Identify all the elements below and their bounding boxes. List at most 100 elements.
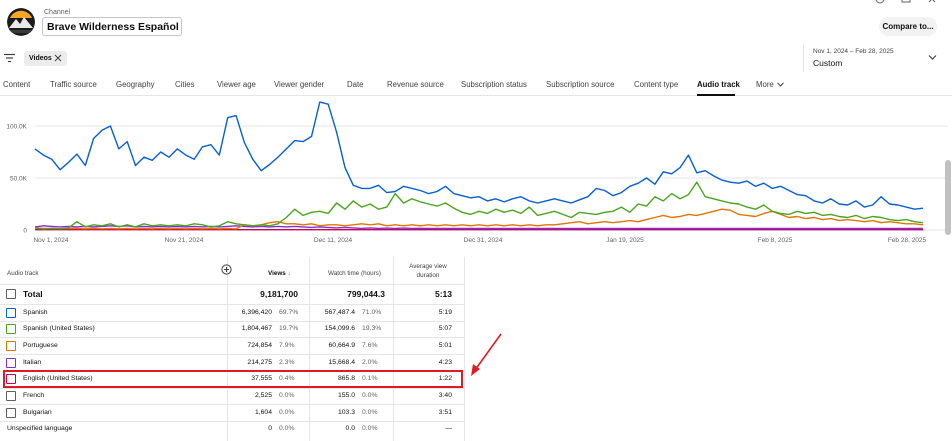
x-tick-label: Nov 21, 2024 bbox=[165, 237, 204, 244]
x-tick-label: Feb 28, 2025 bbox=[888, 237, 927, 244]
row-label: Portuguese bbox=[23, 341, 58, 349]
column-header-avg-duration[interactable]: Average view duration bbox=[400, 262, 456, 280]
channel-picker[interactable]: Brave Wilderness Español bbox=[42, 17, 182, 36]
y-tick-label: 0 bbox=[23, 228, 27, 235]
row-label: Unspecified language bbox=[7, 425, 73, 433]
row-divider bbox=[0, 304, 465, 305]
dimension-tabs: Content Traffic source Geography Cities … bbox=[0, 78, 952, 96]
checkbox-row[interactable] bbox=[6, 307, 16, 318]
total-label: Total bbox=[23, 289, 43, 299]
row-watch-time: 60,664.9 bbox=[328, 341, 355, 349]
channel-name: Brave Wilderness Español bbox=[47, 20, 179, 33]
scrollbar[interactable] bbox=[945, 160, 951, 235]
row-avg-duration: 5:07 bbox=[438, 325, 452, 333]
row-views-pct: 7.9% bbox=[279, 341, 295, 349]
tab-viewer-age[interactable]: Viewer age bbox=[217, 80, 256, 89]
close-icon[interactable] bbox=[927, 0, 937, 4]
x-tick-label: Dec 31, 2024 bbox=[464, 237, 503, 244]
row-views: 214,275 bbox=[247, 358, 272, 366]
row-avg-duration: — bbox=[445, 425, 452, 433]
row-watch-pct: 2.0% bbox=[362, 358, 378, 366]
row-views: 1,604 bbox=[254, 408, 272, 416]
series-line bbox=[34, 181, 924, 230]
row-divider bbox=[0, 404, 465, 406]
row-watch-pct: 71.0% bbox=[362, 308, 382, 316]
filter-chip-videos[interactable]: Videos bbox=[24, 51, 67, 66]
checkbox-row[interactable] bbox=[6, 391, 16, 401]
row-watch-time: 155.0 bbox=[337, 392, 355, 399]
close-icon[interactable] bbox=[54, 54, 62, 62]
x-tick-label: Dec 11, 2024 bbox=[314, 237, 353, 244]
row-views-pct: 19.7% bbox=[279, 325, 299, 333]
tab-content-type[interactable]: Content type bbox=[634, 80, 678, 89]
tab-revenue-source[interactable]: Revenue source bbox=[387, 80, 444, 89]
total-row bbox=[0, 284, 465, 305]
row-avg-duration: 3:40 bbox=[438, 392, 452, 399]
tab-audio-track[interactable]: Audio track bbox=[697, 80, 740, 89]
x-tick-label: Feb 8, 2025 bbox=[758, 237, 793, 244]
date-preset-text: Custom bbox=[813, 58, 843, 68]
row-watch-time: 15,668.4 bbox=[328, 358, 355, 366]
tab-more-label: More bbox=[756, 80, 774, 89]
row-watch-pct: 0.0% bbox=[362, 425, 378, 433]
tab-subscription-source[interactable]: Subscription source bbox=[546, 80, 614, 89]
x-tick-label: Jan 19, 2025 bbox=[606, 237, 644, 244]
tab-more[interactable]: More bbox=[756, 80, 784, 89]
column-header-watch-time[interactable]: Watch time (hours) bbox=[328, 270, 381, 277]
row-views: 0 bbox=[268, 425, 272, 433]
column-header-audio-track: Audio track bbox=[7, 270, 39, 277]
x-tick-label: Nov 1, 2024 bbox=[33, 237, 68, 244]
channel-avatar[interactable] bbox=[7, 8, 35, 36]
help-icon[interactable] bbox=[875, 0, 885, 4]
row-watch-time: 103.3 bbox=[337, 408, 355, 416]
row-label: Bulgarian bbox=[23, 408, 52, 416]
date-range-text: Nov 1, 2024 – Feb 28, 2025 bbox=[813, 48, 894, 55]
tab-subscription-status[interactable]: Subscription status bbox=[461, 80, 527, 89]
row-views: 6,396,420 bbox=[241, 308, 272, 316]
column-header-views[interactable]: Views ↓ bbox=[268, 270, 291, 277]
checkbox-total[interactable] bbox=[6, 289, 16, 299]
row-watch-pct: 7.6% bbox=[362, 341, 378, 349]
row-divider bbox=[0, 320, 465, 322]
feedback-icon[interactable] bbox=[901, 0, 911, 4]
channel-label: Channel bbox=[44, 9, 71, 16]
tab-traffic-source[interactable]: Traffic source bbox=[50, 80, 97, 89]
row-label: Spanish bbox=[23, 308, 48, 316]
row-avg-duration: 5:19 bbox=[438, 308, 452, 316]
row-views-pct: 2.3% bbox=[279, 358, 295, 366]
compare-button[interactable]: Compare to... bbox=[879, 17, 937, 36]
row-watch-pct: 0.0% bbox=[362, 392, 378, 399]
tab-content[interactable]: Content bbox=[3, 80, 30, 89]
row-label: Spanish (United States) bbox=[23, 325, 95, 333]
highlight-box bbox=[3, 370, 463, 388]
total-views: 9,181,700 bbox=[260, 289, 298, 299]
row-views-pct: 0.0% bbox=[279, 408, 295, 416]
y-tick-label: 50.0K bbox=[10, 176, 28, 183]
row-watch-time: 567,487.4 bbox=[324, 308, 355, 316]
tab-viewer-gender[interactable]: Viewer gender bbox=[274, 80, 324, 89]
sort-arrow-icon: ↓ bbox=[285, 270, 291, 277]
total-avg-duration: 5:13 bbox=[434, 289, 452, 299]
row-avg-duration: 4:23 bbox=[438, 358, 452, 366]
tab-cities[interactable]: Cities bbox=[175, 80, 195, 89]
row-label: Italian bbox=[23, 358, 42, 366]
row-watch-pct: 19.3% bbox=[362, 325, 382, 333]
active-tab-indicator bbox=[697, 94, 735, 96]
chevron-down-icon bbox=[928, 55, 937, 60]
filter-chip-label: Videos bbox=[29, 55, 52, 62]
checkbox-row[interactable] bbox=[6, 340, 16, 351]
row-views: 1,804,467 bbox=[241, 325, 272, 333]
checkbox-row[interactable] bbox=[6, 357, 16, 368]
date-range-picker[interactable]: Nov 1, 2024 – Feb 28, 2025 Custom bbox=[803, 44, 952, 72]
row-avg-duration: 5:01 bbox=[438, 341, 452, 349]
tab-geography[interactable]: Geography bbox=[116, 80, 155, 89]
row-watch-time: 0.0 bbox=[345, 425, 355, 433]
checkbox-row[interactable] bbox=[6, 407, 16, 418]
column-header-views-label: Views bbox=[268, 270, 286, 277]
row-watch-time: 154,099.6 bbox=[324, 325, 355, 333]
checkbox-row[interactable] bbox=[6, 324, 16, 335]
tab-date[interactable]: Date bbox=[347, 80, 363, 89]
row-watch-pct: 0.0% bbox=[362, 408, 378, 416]
add-metric-icon[interactable] bbox=[221, 264, 232, 275]
filter-icon[interactable] bbox=[4, 53, 15, 63]
